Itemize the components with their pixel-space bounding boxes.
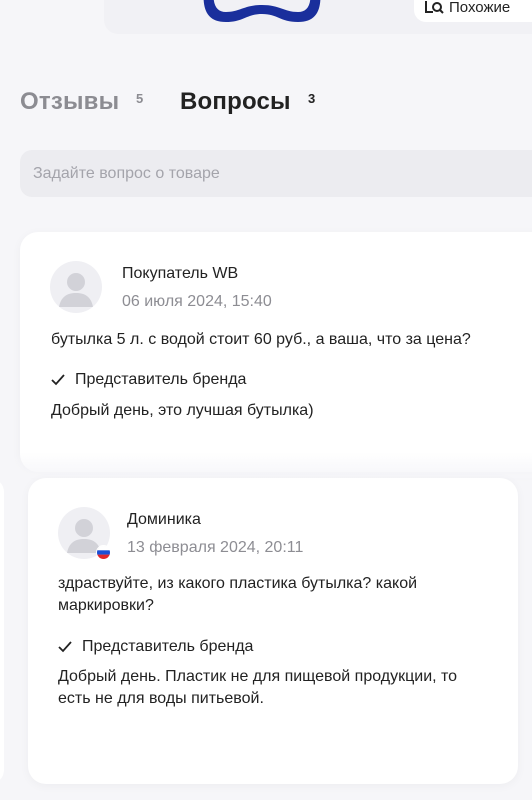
- answer-text: Добрый день, это лучшая бутылка): [51, 402, 314, 419]
- similar-label: Похожие: [449, 0, 511, 16]
- image-search-icon: [425, 1, 444, 14]
- answer-author-label: Представитель бренда: [75, 371, 247, 388]
- answer-author: Представитель бренда: [58, 638, 253, 656]
- adjacent-card-edge: [0, 478, 4, 784]
- question-author: Покупатель WB: [122, 265, 239, 282]
- tab-questions-label: Вопросы: [180, 88, 291, 115]
- russia-flag-icon: [96, 545, 111, 560]
- tab-reviews-label: Отзывы: [20, 88, 120, 115]
- tab-questions[interactable]: Вопросы 3: [180, 88, 315, 116]
- card-divider: [0, 452, 532, 478]
- answer-text: Добрый день. Пластик не для пищевой прод…: [58, 668, 458, 707]
- question-card: Доминика 13 февраля 2024, 20:11 здраству…: [28, 478, 518, 784]
- check-icon: [51, 374, 65, 386]
- product-image[interactable]: [200, 0, 324, 30]
- question-text: здраствуйте, из какого пластика бутылка?…: [58, 575, 418, 614]
- ask-question-input[interactable]: [20, 150, 532, 197]
- question-date: 13 февраля 2024, 20:11: [127, 539, 304, 556]
- question-card: Покупатель WB 06 июля 2024, 15:40 бутылк…: [20, 232, 532, 472]
- question-text: бутылка 5 л. с водой стоит 60 руб., а ва…: [51, 331, 471, 348]
- answer-author-label: Представитель бренда: [82, 638, 254, 655]
- product-questions-page: Похожие Отзывы 5 Вопросы 3 Покупатель WB…: [0, 0, 532, 800]
- question-author: Доминика: [127, 511, 201, 528]
- answer-author: Представитель бренда: [51, 371, 246, 389]
- check-icon: [58, 641, 72, 653]
- similar-button[interactable]: Похожие: [414, 0, 532, 22]
- user-avatar-icon: [50, 261, 102, 313]
- question-date: 06 июля 2024, 15:40: [122, 293, 272, 310]
- tab-reviews[interactable]: Отзывы 5: [20, 88, 143, 116]
- tab-questions-count: 3: [308, 91, 316, 106]
- tab-reviews-count: 5: [136, 91, 144, 106]
